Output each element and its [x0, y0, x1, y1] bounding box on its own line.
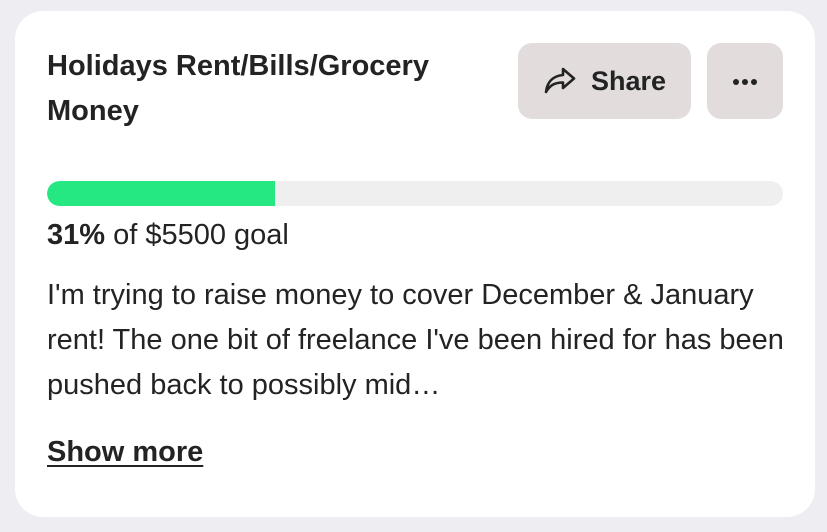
share-button-label: Share [590, 65, 667, 96]
share-button[interactable]: Share [518, 43, 691, 119]
fundraiser-description: I'm trying to raise money to cover Decem… [47, 279, 784, 401]
more-options-button[interactable] [707, 43, 783, 119]
fundraiser-card: Holidays Rent/Bills/Grocery Money Share … [15, 11, 815, 517]
progress-bar-fill [47, 181, 276, 206]
show-more-link[interactable]: Show more [47, 432, 203, 472]
progress-bar [47, 181, 783, 206]
goal-percent: 31% [47, 219, 106, 251]
ellipsis-icon [731, 74, 759, 89]
share-arrow-icon [543, 66, 577, 96]
fundraiser-title: Holidays Rent/Bills/Grocery Money [47, 50, 429, 127]
goal-amount: of $5500 goal [105, 219, 289, 251]
goal-progress-text: 31% of $5500 goal [47, 215, 289, 255]
